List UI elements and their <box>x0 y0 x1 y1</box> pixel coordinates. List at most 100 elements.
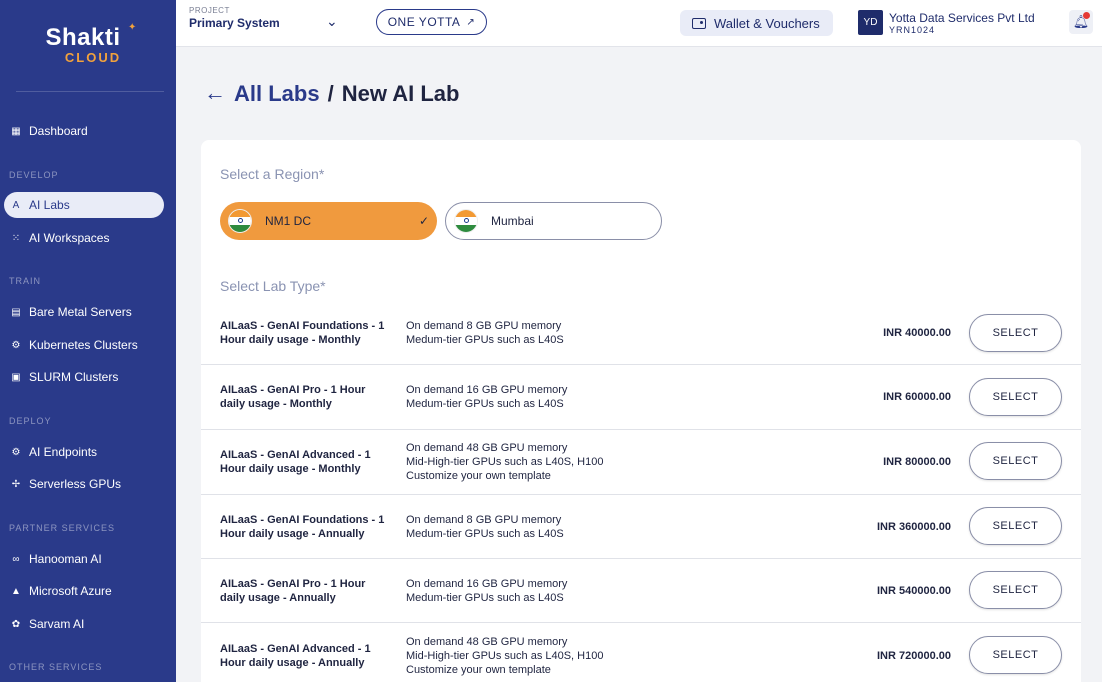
sidebar-item-ai-labs[interactable]: A AI Labs <box>4 192 164 218</box>
azure-icon: ▲ <box>11 585 21 597</box>
lab-name: AILaaS - GenAI Foundations - 1 Hour dail… <box>220 514 385 540</box>
lab-description: On demand 8 GB GPU memory Medum-tier GPU… <box>406 319 564 347</box>
sidebar-item-label: AI Workspaces <box>29 231 110 245</box>
sidebar-item-label: Hanooman AI <box>29 552 102 566</box>
lab-name: AILaaS - GenAI Foundations - 1 Hour dail… <box>220 320 385 346</box>
server-icon: ▤ <box>11 306 21 318</box>
lab-desc-line: On demand 48 GB GPU memory <box>406 636 568 648</box>
back-arrow-icon[interactable]: ← <box>204 80 226 106</box>
lab-price: INR 720000.00 <box>877 650 951 662</box>
sidebar-item-dashboard[interactable]: ▦ Dashboard <box>4 118 164 144</box>
topbar: PROJECT Primary System ⌄ ONE YOTTA ↗ Wal… <box>176 0 1102 47</box>
wallet-vouchers-button[interactable]: Wallet & Vouchers <box>680 10 833 36</box>
sidebar: Shakti CLOUD ✦ ▦ Dashboard DEVELOP A AI … <box>0 0 176 682</box>
lab-name: AILaaS - GenAI Advanced - 1 Hour daily u… <box>220 643 371 669</box>
wallet-label: Wallet & Vouchers <box>714 15 820 31</box>
select-button[interactable]: SELECT <box>969 571 1062 609</box>
lab-desc-line: On demand 8 GB GPU memory <box>406 320 562 332</box>
project-label: PROJECT <box>189 6 230 15</box>
sidebar-item-bare-metal[interactable]: ▤ Bare Metal Servers <box>4 299 164 325</box>
page-title: New AI Lab <box>341 81 460 106</box>
sidebar-item-label: Serverless GPUs <box>29 477 122 491</box>
sidebar-item-hanooman[interactable]: ∞ Hanooman AI <box>4 546 164 572</box>
region-option-mumbai[interactable]: Mumbai <box>445 202 662 240</box>
select-button[interactable]: SELECT <box>969 507 1062 545</box>
select-button[interactable]: SELECT <box>969 442 1062 480</box>
lab-name: AILaaS - GenAI Advanced - 1 Hour daily u… <box>220 449 371 475</box>
select-button[interactable]: SELECT <box>969 636 1062 674</box>
sidebar-item-sarvam[interactable]: ✿ Sarvam AI <box>4 611 164 637</box>
lab-description: On demand 16 GB GPU memory Medum-tier GP… <box>406 577 567 605</box>
sidebar-item-ai-workspaces[interactable]: ⁙ AI Workspaces <box>4 225 164 251</box>
sidebar-item-label: SLURM Clusters <box>29 370 119 384</box>
table-row: AILaaS - GenAI Advanced - 1 Hour daily u… <box>201 623 1081 682</box>
table-row: AILaaS - GenAI Pro - 1 Hour daily usage … <box>201 365 1081 430</box>
one-yotta-button[interactable]: ONE YOTTA ↗ <box>376 9 487 35</box>
lab-price: INR 540000.00 <box>877 585 951 597</box>
org-name[interactable]: Yotta Data Services Pvt Ltd <box>889 11 1035 25</box>
logo-subtext: CLOUD <box>64 50 122 65</box>
lab-desc-line: Medum-tier GPUs such as L40S <box>406 528 564 540</box>
lab-description: On demand 48 GB GPU memory Mid-High-tier… <box>406 635 603 677</box>
project-selector[interactable]: Primary System <box>189 16 280 30</box>
avatar[interactable]: YD <box>858 10 883 35</box>
lab-desc-line: Medum-tier GPUs such as L40S <box>406 334 564 346</box>
region-name: Mumbai <box>491 214 534 228</box>
logo-wordmark: Shakti <box>45 24 121 51</box>
lab-desc-line: On demand 48 GB GPU memory <box>406 442 568 454</box>
sidebar-item-label: Kubernetes Clusters <box>29 338 138 352</box>
infinity-icon: ∞ <box>12 553 20 565</box>
lab-desc-line: Customize your own template <box>406 470 551 482</box>
sidebar-item-slurm[interactable]: ▣ SLURM Clusters <box>4 364 164 390</box>
breadcrumb-all-labs[interactable]: All Labs <box>234 81 320 106</box>
lab-name: AILaaS - GenAI Pro - 1 Hour daily usage … <box>220 578 366 604</box>
sidebar-item-serverless-gpus[interactable]: ✢ Serverless GPUs <box>4 471 164 497</box>
sidebar-section-partner: PARTNER SERVICES <box>9 523 116 533</box>
sidebar-section-train: TRAIN <box>9 276 41 286</box>
sidebar-section-develop: DEVELOP <box>9 170 59 180</box>
sidebar-item-label: AI Endpoints <box>29 445 98 459</box>
sidebar-item-azure[interactable]: ▲ Microsoft Azure <box>4 578 164 604</box>
wallet-icon <box>692 17 706 29</box>
lab-desc-line: On demand 16 GB GPU memory <box>406 578 568 590</box>
serverless-icon: ✢ <box>11 478 21 490</box>
sidebar-divider <box>16 91 164 92</box>
sidebar-item-label: Microsoft Azure <box>29 584 112 598</box>
breadcrumb-separator: / <box>327 81 334 106</box>
lab-price: INR 40000.00 <box>883 327 951 339</box>
lab-desc-line: Customize your own template <box>406 664 551 676</box>
table-row: AILaaS - GenAI Advanced - 1 Hour daily u… <box>201 430 1081 495</box>
sidebar-section-deploy: DEPLOY <box>9 416 52 426</box>
lab-desc-line: Medum-tier GPUs such as L40S <box>406 398 564 410</box>
sidebar-item-kubernetes[interactable]: ⚙ Kubernetes Clusters <box>4 332 164 358</box>
sidebar-section-other: OTHER SERVICES <box>9 662 103 672</box>
lab-name: AILaaS - GenAI Pro - 1 Hour daily usage … <box>220 384 366 410</box>
india-flag-icon <box>228 209 252 233</box>
table-row: AILaaS - GenAI Pro - 1 Hour daily usage … <box>201 559 1081 623</box>
sarvam-icon: ✿ <box>11 618 21 630</box>
dashboard-icon: ▦ <box>11 125 21 137</box>
lab-description: On demand 8 GB GPU memory Medum-tier GPU… <box>406 513 564 541</box>
labtype-section-label: Select Lab Type* <box>220 278 326 294</box>
sidebar-item-ai-endpoints[interactable]: ⚙ AI Endpoints <box>4 439 164 465</box>
breadcrumb: All Labs / New AI Lab <box>234 81 459 107</box>
region-section-label: Select a Region* <box>220 166 325 182</box>
workspaces-icon: ⁙ <box>11 232 21 244</box>
select-button[interactable]: SELECT <box>969 378 1062 416</box>
india-flag-icon <box>454 209 478 233</box>
lab-description: On demand 48 GB GPU memory Mid-High-tier… <box>406 441 603 483</box>
chevron-down-icon[interactable]: ⌄ <box>326 13 338 30</box>
select-button[interactable]: SELECT <box>969 314 1062 352</box>
kubernetes-icon: ⚙ <box>11 339 21 351</box>
lab-price: INR 80000.00 <box>883 456 951 468</box>
slurm-icon: ▣ <box>11 371 21 383</box>
region-option-nm1-dc[interactable]: NM1 DC ✓ <box>220 202 437 240</box>
endpoints-icon: ⚙ <box>11 446 21 458</box>
lab-price: INR 360000.00 <box>877 521 951 533</box>
lab-price: INR 60000.00 <box>883 391 951 403</box>
org-id: YRN1024 <box>889 25 936 35</box>
table-row: AILaaS - GenAI Foundations - 1 Hour dail… <box>201 302 1081 365</box>
lab-desc-line: Mid-High-tier GPUs such as L40S, H100 <box>406 650 604 662</box>
lab-desc-line: On demand 16 GB GPU memory <box>406 384 568 396</box>
shakti-cloud-logo[interactable]: Shakti CLOUD ✦ <box>24 22 142 65</box>
